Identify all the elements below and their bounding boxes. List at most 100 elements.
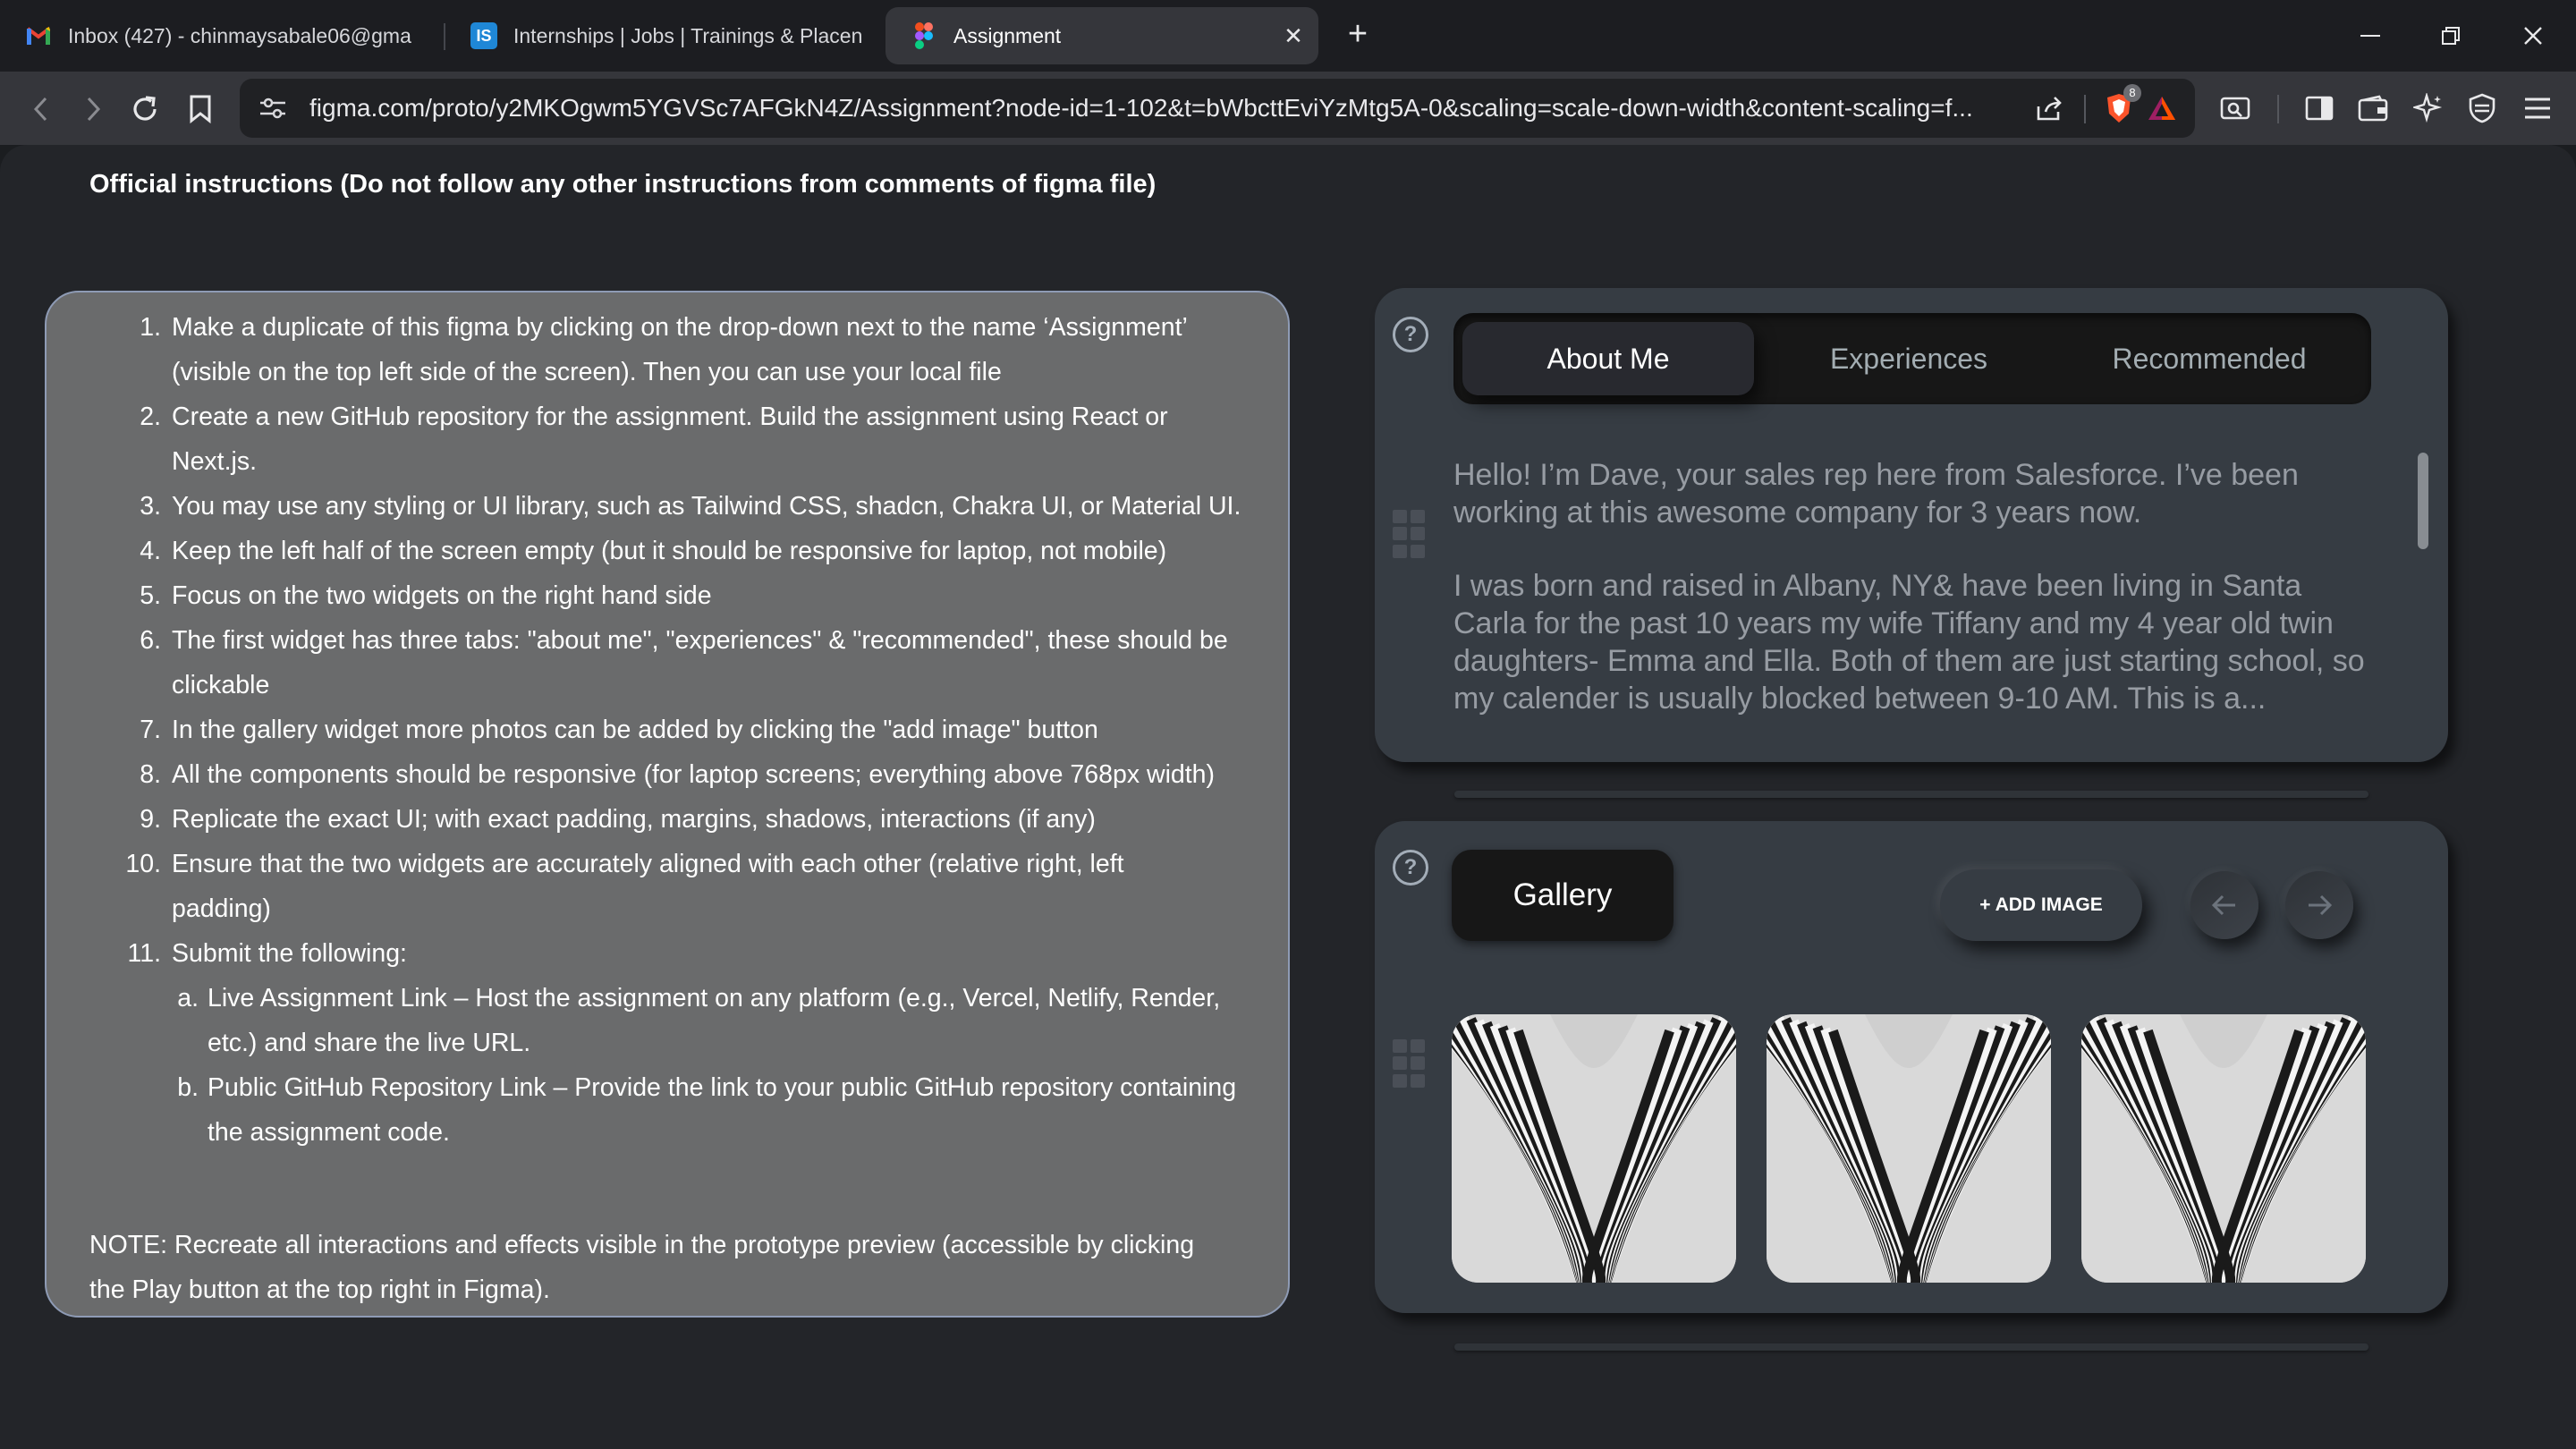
instruction-line: clickable — [172, 671, 270, 699]
scrollbar-thumb[interactable] — [2418, 453, 2428, 549]
instruction-item: b. Public GitHub Repository Link – Provid… — [91, 1065, 1281, 1155]
gmail-icon — [25, 22, 52, 49]
leo-ai-icon[interactable] — [2408, 88, 2449, 129]
browser-toolbar: figma.com/proto/y2MKOgwm5YGVSc7AFGkN4Z/A… — [0, 72, 2576, 145]
instruction-number: 7. — [140, 716, 161, 744]
instruction-item: 9. Replicate the exact UI; with exact pad… — [91, 797, 1281, 842]
instruction-item: 7. In the gallery widget more photos can … — [91, 708, 1281, 752]
instruction-number: 9. — [140, 805, 161, 834]
instruction-item: 2. Create a new GitHub repository for the… — [91, 394, 1281, 484]
tab-experiences[interactable]: Experiences — [1763, 322, 2055, 395]
gallery-title: Gallery — [1452, 850, 1674, 941]
restore-icon[interactable] — [2429, 14, 2472, 57]
instruction-number: 10. — [125, 850, 161, 878]
bookmark-icon[interactable] — [181, 89, 220, 129]
instruction-item: 11. Submit the following: — [91, 931, 1281, 976]
widget-divider — [1454, 1343, 2368, 1351]
instruction-item: 5. Focus on the two widgets on the right … — [91, 573, 1281, 618]
tab-label: Internships | Jobs | Trainings & Placen — [513, 23, 863, 47]
help-icon[interactable]: ? — [1393, 317, 1428, 352]
instruction-number: 5. — [140, 581, 161, 610]
wallet-icon[interactable] — [2352, 88, 2394, 129]
drag-handle-icon[interactable] — [1393, 1039, 1425, 1088]
instruction-line: Make a duplicate of this figma by clicki… — [172, 313, 1188, 342]
instruction-number: 4. — [140, 537, 161, 565]
about-me-text: Hello! I’m Dave, your sales rep here fro… — [1453, 456, 2375, 753]
instruction-line: In the gallery widget more photos can be… — [172, 716, 1098, 744]
instruction-item: 10. Ensure that the two widgets are accur… — [91, 842, 1281, 931]
instruction-line: (visible on the top left side of the scr… — [172, 358, 1002, 386]
instruction-item: a. Live Assignment Link – Host the assign… — [91, 976, 1281, 1065]
about-paragraph: I was born and raised in Albany, NY& hav… — [1453, 569, 2365, 716]
instruction-item: 3. You may use any styling or UI library,… — [91, 484, 1281, 529]
brave-rewards-icon[interactable] — [2141, 88, 2182, 129]
instruction-line: Next.js. — [172, 447, 258, 476]
brave-shield-icon[interactable]: 8 — [2098, 84, 2141, 129]
separator — [2084, 95, 2086, 123]
instruction-line: Replicate the exact UI; with exact paddi… — [172, 805, 1096, 834]
tab-about-me[interactable]: About Me — [1462, 322, 1754, 395]
sidebar-icon[interactable] — [2299, 88, 2340, 129]
tab-label: Inbox (427) - chinmaysabale06@gma — [68, 23, 411, 47]
gallery-image[interactable] — [2081, 1014, 2366, 1283]
gallery-prev-button[interactable] — [2190, 871, 2258, 939]
browser-tab-bar: Inbox (427) - chinmaysabale06@gma IS Int… — [0, 0, 2576, 72]
reload-icon[interactable] — [125, 89, 165, 129]
page-title: Official instructions (Do not follow any… — [89, 170, 1157, 199]
instruction-number: 8. — [140, 760, 161, 789]
about-paragraph: Hello! I’m Dave, your sales rep here fro… — [1453, 458, 2299, 530]
instruction-line: Create a new GitHub repository for the a… — [172, 402, 1168, 431]
instruction-number: b. — [177, 1073, 199, 1102]
instruction-line: Focus on the two widgets on the right ha… — [172, 581, 712, 610]
instruction-number: 2. — [140, 402, 161, 431]
instruction-number: 11. — [127, 939, 161, 968]
close-window-icon[interactable] — [2512, 14, 2555, 57]
back-icon[interactable] — [21, 89, 61, 129]
instruction-line: Keep the left half of the screen empty (… — [172, 537, 1167, 565]
figma-prototype-frame: Official instructions (Do not follow any… — [0, 145, 2576, 1449]
separator — [2277, 95, 2279, 123]
browser-tab-assignment[interactable]: Assignment ✕ — [886, 7, 1318, 64]
instruction-line: Live Assignment Link – Host the assignme… — [208, 984, 1221, 1013]
instruction-line: Public GitHub Repository Link – Provide … — [208, 1073, 1237, 1102]
instruction-number: 1. — [140, 313, 161, 342]
vpn-shield-icon[interactable] — [2462, 88, 2503, 129]
widget-divider — [1454, 791, 2368, 798]
share-icon[interactable] — [2029, 88, 2070, 129]
tab-recommended[interactable]: Recommended — [2063, 322, 2355, 395]
minimize-icon[interactable] — [2349, 14, 2392, 57]
address-bar[interactable]: figma.com/proto/y2MKOgwm5YGVSc7AFGkN4Z/A… — [240, 79, 2195, 138]
instruction-item: 6. The first widget has three tabs: "abou… — [91, 618, 1281, 708]
instruction-line: You may use any styling or UI library, s… — [172, 492, 1241, 521]
screenshot-icon[interactable] — [2215, 88, 2256, 129]
arrow-right-icon — [2309, 894, 2333, 916]
gallery-next-button[interactable] — [2285, 871, 2353, 939]
gallery-image[interactable] — [1767, 1014, 2051, 1283]
instruction-number: 3. — [140, 492, 161, 521]
instruction-item: 1. Make a duplicate of this figma by clic… — [91, 305, 1281, 394]
instruction-line: the assignment code. — [208, 1118, 450, 1147]
forward-icon[interactable] — [73, 89, 113, 129]
browser-tab-internshala[interactable]: IS Internships | Jobs | Trainings & Plac… — [445, 7, 866, 64]
help-icon[interactable]: ? — [1393, 850, 1428, 886]
shield-count-badge: 8 — [2123, 84, 2141, 102]
instruction-item: 4. Keep the left half of the screen empty… — [91, 529, 1281, 573]
instruction-number: a. — [177, 984, 199, 1013]
browser-tab-gmail[interactable]: Inbox (427) - chinmaysabale06@gma — [0, 7, 440, 64]
url-text: figma.com/proto/y2MKOgwm5YGVSc7AFGkN4Z/A… — [309, 94, 1973, 122]
internshala-icon: IS — [470, 22, 497, 49]
menu-icon[interactable] — [2517, 88, 2558, 129]
instruction-line: etc.) and share the live URL. — [208, 1029, 531, 1057]
close-tab-icon[interactable]: ✕ — [1277, 20, 1309, 52]
new-tab-button[interactable]: + — [1338, 16, 1377, 55]
instruction-line: padding) — [172, 894, 271, 923]
note-line: NOTE: Recreate all interactions and effe… — [89, 1231, 1195, 1259]
about-widget: ? About Me Experiences Recommended Hello… — [1375, 288, 2448, 762]
tab-label: Assignment — [953, 23, 1062, 47]
gallery-image[interactable] — [1452, 1014, 1736, 1283]
drag-handle-icon[interactable] — [1393, 510, 1425, 558]
add-image-button[interactable]: + ADD IMAGE — [1940, 869, 2142, 941]
site-settings-icon[interactable] — [252, 88, 293, 129]
profile-tabs: About Me Experiences Recommended — [1453, 313, 2371, 404]
instruction-number: 6. — [140, 626, 161, 655]
